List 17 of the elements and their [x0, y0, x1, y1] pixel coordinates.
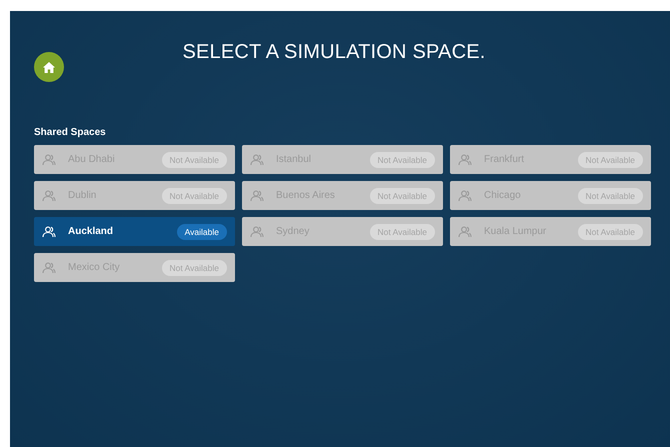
home-button[interactable]: [34, 52, 64, 82]
people-icon: [42, 190, 56, 202]
space-name: Auckland: [68, 226, 114, 237]
space-card[interactable]: Auckland Available: [34, 217, 235, 246]
people-icon: [458, 226, 472, 238]
people-icon: [250, 226, 264, 238]
people-icon: [250, 154, 264, 166]
home-icon: [43, 62, 55, 72]
people-icon: [250, 190, 264, 202]
people-icon: [42, 226, 56, 238]
page-title: SELECT A SIMULATION SPACE.: [181, 41, 487, 64]
people-icon: [42, 154, 56, 166]
people-icon: [458, 190, 472, 202]
section-heading: Shared Spaces: [34, 127, 107, 138]
people-icon: [458, 154, 472, 166]
status-badge: Available: [176, 224, 227, 240]
people-icon: [42, 262, 56, 274]
